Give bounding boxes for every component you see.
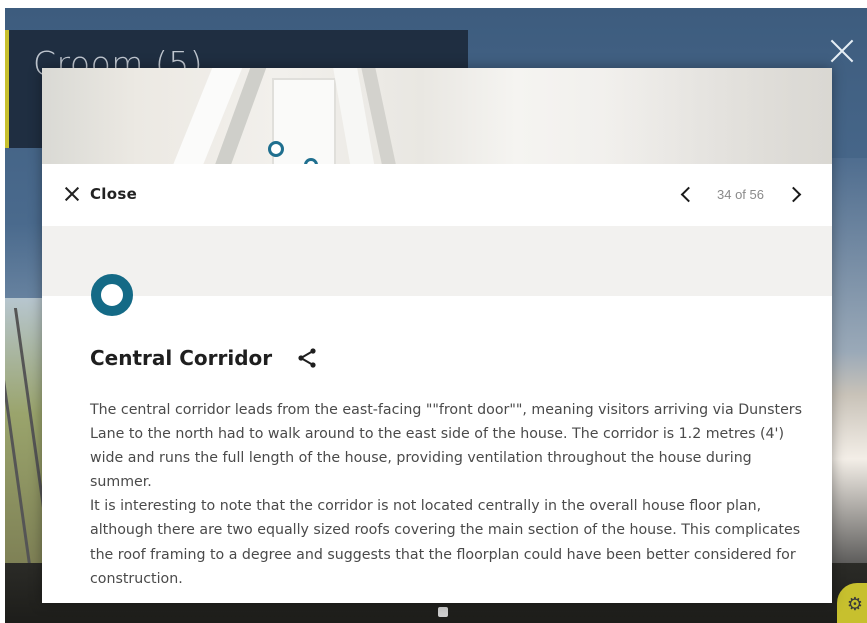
- bottom-hotspot-icon[interactable]: [438, 607, 448, 617]
- pager: 34 of 56: [673, 180, 808, 208]
- title-row: Central Corridor: [90, 346, 318, 370]
- gear-icon: ⚙: [846, 594, 863, 614]
- hotspot-title: Central Corridor: [90, 346, 273, 370]
- description-paragraph: It is interesting to note that the corri…: [90, 498, 801, 587]
- next-button[interactable]: [782, 181, 808, 207]
- settings-button[interactable]: ⚙: [837, 583, 867, 623]
- close-icon: [64, 186, 80, 202]
- description-paragraph: The central corridor leads from the east…: [90, 402, 803, 491]
- close-button[interactable]: Close: [64, 182, 137, 206]
- chevron-left-icon: [680, 186, 696, 202]
- hotspot-hero-image: [42, 68, 832, 164]
- room-title-accent: [5, 30, 9, 148]
- hotspot-dialog: Close 34 of 56 Central Corridor The cent…: [42, 68, 832, 603]
- dialog-toolbar: Close 34 of 56: [42, 164, 832, 226]
- previous-button[interactable]: [673, 181, 699, 207]
- close-tour-icon[interactable]: [827, 36, 857, 66]
- close-label: Close: [90, 185, 138, 203]
- share-icon[interactable]: [296, 347, 318, 369]
- hotspot-description: The central corridor leads from the east…: [90, 398, 810, 591]
- pager-count: 34 of 56: [717, 186, 764, 202]
- chevron-right-icon: [785, 186, 801, 202]
- hero-hotspot-icon: [268, 141, 284, 157]
- location-marker-icon: [91, 274, 133, 316]
- marker-band: [42, 226, 832, 296]
